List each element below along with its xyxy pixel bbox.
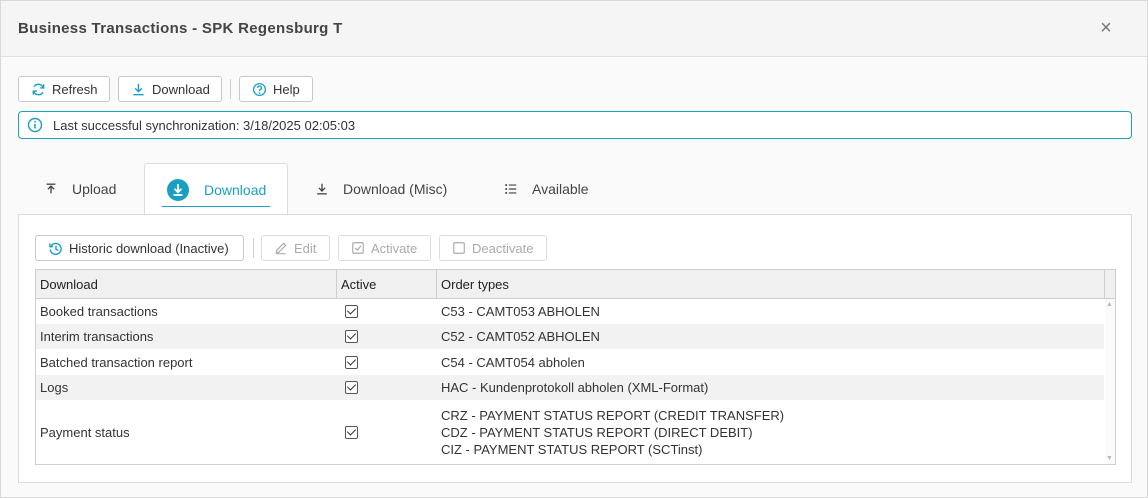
refresh-label: Refresh xyxy=(52,81,98,97)
grid-header: Download Active Order types xyxy=(36,270,1115,299)
edit-label: Edit xyxy=(294,240,317,256)
download-icon xyxy=(133,83,144,95)
active-cell xyxy=(341,349,437,375)
active-tab-underline xyxy=(162,206,270,207)
download-button[interactable]: Download xyxy=(118,76,222,102)
order-types-cell: CRZ - PAYMENT STATUS REPORT (CREDIT TRAN… xyxy=(437,400,1105,464)
panel-toolbar-separator xyxy=(253,238,254,258)
business-transactions-dialog: Business Transactions - SPK Regensburg T… xyxy=(0,0,1148,498)
active-checkbox[interactable] xyxy=(345,330,358,343)
order-type-line: CIZ - PAYMENT STATUS REPORT (SCTinst) xyxy=(441,441,703,457)
table-row[interactable]: Booked transactions C53 - CAMT053 ABHOLE… xyxy=(36,299,1104,324)
grid-scrollbar[interactable]: ▲ ▼ xyxy=(1105,299,1115,464)
help-button[interactable]: Help xyxy=(239,76,313,102)
history-icon xyxy=(49,242,62,255)
column-header-active[interactable]: Active xyxy=(337,270,437,299)
active-cell xyxy=(341,324,437,349)
tab-download-label: Download xyxy=(204,182,267,198)
download-name-cell: Logs xyxy=(40,380,69,395)
tab-upload[interactable]: Upload xyxy=(44,163,116,215)
active-checkbox[interactable] xyxy=(345,355,358,369)
tab-download[interactable]: Download xyxy=(144,163,288,216)
tab-download-misc[interactable]: Download (Misc) xyxy=(315,163,447,215)
order-types-cell: C52 - CAMT052 ABHOLEN xyxy=(441,329,600,344)
activate-button[interactable]: Activate xyxy=(338,235,431,261)
tab-upload-label: Upload xyxy=(72,181,117,197)
download-name-cell: Batched transaction report xyxy=(40,354,193,370)
table-row[interactable]: Interim transactions C52 - CAMT052 ABHOL… xyxy=(36,324,1104,349)
checkbox-empty-icon xyxy=(453,242,465,254)
checkbox-checked-icon xyxy=(352,242,364,254)
edit-button[interactable]: Edit xyxy=(261,235,330,261)
help-label: Help xyxy=(273,81,300,97)
column-header-download[interactable]: Download xyxy=(36,270,337,299)
tab-available-label: Available xyxy=(532,181,589,197)
active-checkbox[interactable] xyxy=(345,305,358,318)
active-cell xyxy=(341,400,437,464)
deactivate-button[interactable]: Deactivate xyxy=(439,235,547,261)
tab-available[interactable]: Available xyxy=(504,163,589,215)
order-types-cell: C53 - CAMT053 ABHOLEN xyxy=(441,304,600,319)
order-type-line: CRZ - PAYMENT STATUS REPORT (CREDIT TRAN… xyxy=(441,407,785,423)
downloads-grid: Download Active Order types Booked trans… xyxy=(35,269,1116,465)
active-cell xyxy=(341,299,437,324)
active-cell xyxy=(341,375,437,400)
dialog-titlebar: Business Transactions - SPK Regensburg T… xyxy=(1,1,1147,57)
active-checkbox[interactable] xyxy=(345,425,358,439)
historic-download-button[interactable]: Historic download (Inactive) xyxy=(35,235,244,261)
table-row[interactable]: Payment status CRZ - PAYMENT STATUS REPO… xyxy=(36,400,1104,464)
download-tab-panel: Historic download (Inactive) Edit Activa… xyxy=(18,214,1132,483)
download-circle-icon xyxy=(167,179,189,201)
table-row[interactable]: Logs HAC - Kundenprotokoll abholen (XML-… xyxy=(36,375,1104,400)
download-name-cell: Interim transactions xyxy=(40,329,154,344)
scroll-up-icon[interactable]: ▲ xyxy=(1106,301,1113,308)
active-checkbox[interactable] xyxy=(345,381,358,394)
close-icon[interactable]: × xyxy=(1095,17,1117,39)
list-icon xyxy=(505,184,517,194)
tab-bar: Upload Download Download (Misc) Availabl… xyxy=(18,163,1132,216)
order-types-cell: HAC - Kundenprotokoll abholen (XML-Forma… xyxy=(441,380,709,395)
column-header-order-types[interactable]: Order types xyxy=(437,270,1105,299)
sync-info-bar: Last successful synchronization: 3/18/20… xyxy=(18,111,1132,139)
sync-status-text: Last successful synchronization: 3/18/20… xyxy=(53,117,356,133)
download-name-cell: Payment status xyxy=(40,424,130,440)
download-label: Download xyxy=(152,81,210,97)
upload-icon xyxy=(46,183,56,194)
download-name-cell: Booked transactions xyxy=(40,304,158,319)
activate-label: Activate xyxy=(371,240,418,256)
tab-download-misc-label: Download (Misc) xyxy=(343,181,448,197)
help-icon xyxy=(252,82,267,96)
order-type-line: CDZ - PAYMENT STATUS REPORT (DIRECT DEBI… xyxy=(441,424,753,440)
pencil-icon xyxy=(275,242,287,255)
refresh-button[interactable]: Refresh xyxy=(18,76,110,102)
order-types-cell: C54 - CAMT054 abholen xyxy=(441,354,585,370)
dialog-title: Business Transactions - SPK Regensburg T xyxy=(18,20,343,37)
historic-download-label: Historic download (Inactive) xyxy=(69,240,229,256)
table-row[interactable]: Batched transaction report C54 - CAMT054… xyxy=(36,349,1104,375)
scroll-down-icon[interactable]: ▼ xyxy=(1106,455,1113,462)
deactivate-label: Deactivate xyxy=(472,240,534,256)
download-icon xyxy=(317,183,327,195)
info-icon xyxy=(27,117,43,133)
refresh-icon xyxy=(32,83,45,95)
toolbar-separator xyxy=(230,79,231,99)
